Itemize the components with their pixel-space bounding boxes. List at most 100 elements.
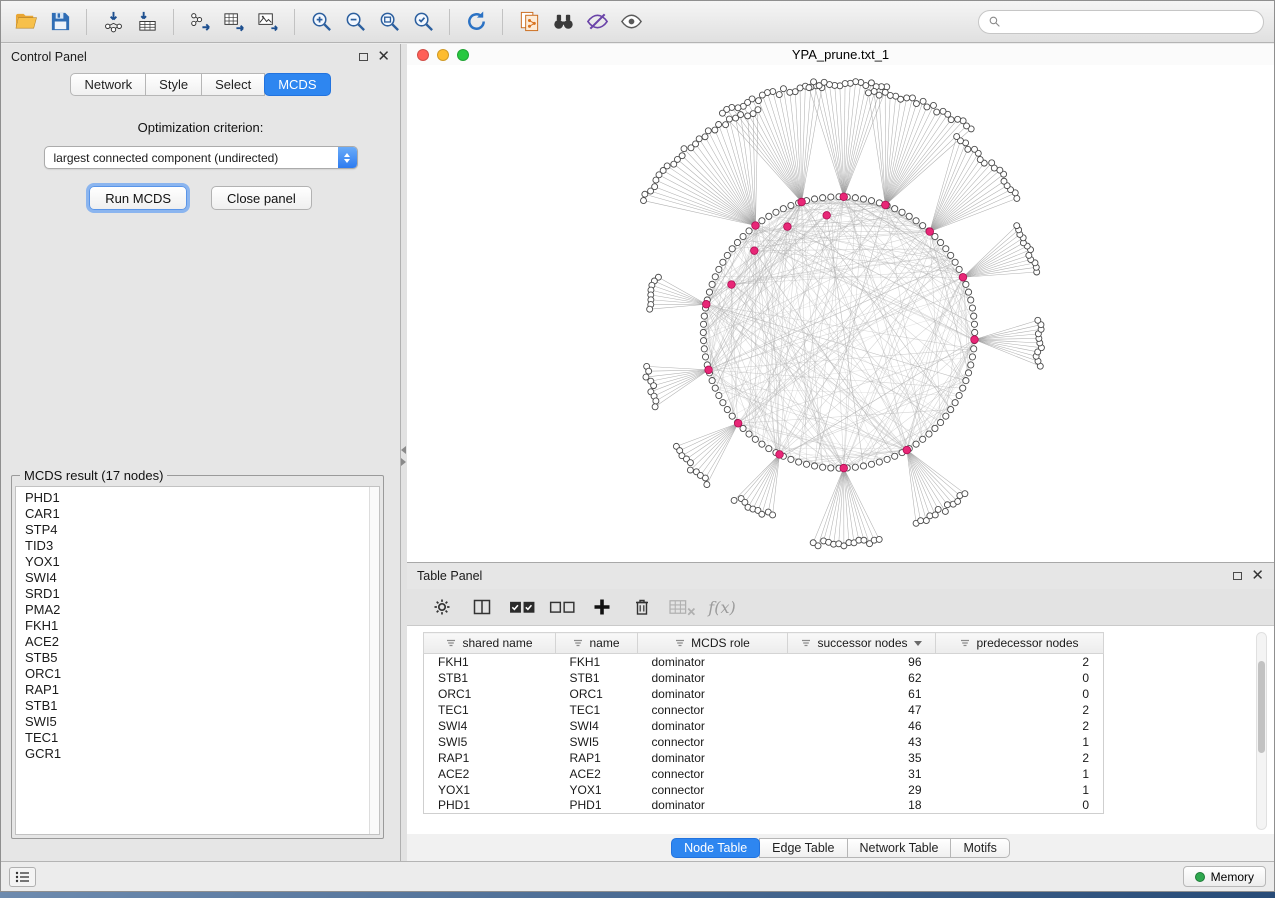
table-row[interactable]: SWI5 SWI5 connector 43 1	[424, 734, 1104, 750]
collapse-right-icon[interactable]	[401, 458, 406, 466]
memory-status-icon	[1195, 872, 1205, 882]
find-button[interactable]	[548, 7, 578, 37]
memory-label: Memory	[1211, 870, 1254, 884]
optimization-criterion-select[interactable]: largest connected component (undirected)	[44, 146, 358, 169]
table-row[interactable]: PHD1 PHD1 dominator 18 0	[424, 798, 1104, 814]
close-panel-button[interactable]: Close panel	[211, 186, 312, 210]
mcds-result-item[interactable]: STB5	[16, 650, 369, 666]
memory-button[interactable]: Memory	[1183, 866, 1266, 887]
main-area: Control Panel ✕ Network Style Select MCD…	[1, 44, 1274, 861]
show-panels-button[interactable]	[9, 867, 36, 887]
column-header-predecessor-nodes[interactable]: predecessor nodes	[936, 633, 1104, 654]
import-network-button[interactable]	[98, 7, 128, 37]
function-builder-button[interactable]: f(x)	[707, 593, 737, 621]
search-box	[978, 10, 1264, 34]
table-scrollbar-thumb[interactable]	[1258, 661, 1265, 753]
right-column: YPA_prune.txt_1 Table Panel ✕	[407, 44, 1274, 861]
mcds-result-item[interactable]: SWI4	[16, 570, 369, 586]
table-row[interactable]: TEC1 TEC1 connector 47 2	[424, 702, 1104, 718]
mcds-result-item[interactable]: STP4	[16, 522, 369, 538]
zoom-in-button[interactable]	[306, 7, 336, 37]
table-settings-button[interactable]	[427, 593, 457, 621]
mcds-result-item[interactable]: ORC1	[16, 666, 369, 682]
collapse-left-icon[interactable]	[401, 446, 406, 454]
delete-table-button[interactable]	[667, 593, 697, 621]
mcds-result-item[interactable]: YOX1	[16, 554, 369, 570]
control-panel-title: Control Panel	[11, 50, 87, 64]
close-window-button[interactable]	[417, 49, 429, 61]
tab-network-table[interactable]: Network Table	[847, 838, 952, 858]
zoom-fit-button[interactable]	[374, 7, 404, 37]
tab-motifs[interactable]: Motifs	[950, 838, 1009, 858]
export-table-button[interactable]	[219, 7, 249, 37]
table-row[interactable]: YOX1 YOX1 connector 29 1	[424, 782, 1104, 798]
floppy-icon	[49, 10, 72, 33]
import-table-button[interactable]	[132, 7, 162, 37]
maximize-window-button[interactable]	[457, 49, 469, 61]
mcds-result-item[interactable]: FKH1	[16, 618, 369, 634]
table-row[interactable]: ACE2 ACE2 connector 31 1	[424, 766, 1104, 782]
search-input[interactable]	[1006, 15, 1254, 29]
zoom-fit-icon	[378, 10, 401, 33]
mcds-result-item[interactable]: CAR1	[16, 506, 369, 522]
column-header-name[interactable]: name	[556, 633, 638, 654]
open-session-button[interactable]	[11, 7, 41, 37]
zoom-out-button[interactable]	[340, 7, 370, 37]
deselect-all-button[interactable]	[547, 593, 577, 621]
mcds-result-item[interactable]: SRD1	[16, 586, 369, 602]
table-row[interactable]: SWI4 SWI4 dominator 46 2	[424, 718, 1104, 734]
hide-elements-button[interactable]	[582, 7, 612, 37]
tab-edge-table[interactable]: Edge Table	[759, 838, 847, 858]
table-row[interactable]: ORC1 ORC1 dominator 61 0	[424, 686, 1104, 702]
list-icon	[15, 871, 31, 883]
control-panel: Control Panel ✕ Network Style Select MCD…	[1, 44, 401, 861]
desktop: Control Panel ✕ Network Style Select MCD…	[0, 0, 1275, 898]
save-session-button[interactable]	[45, 7, 75, 37]
show-elements-button[interactable]	[616, 7, 646, 37]
table-scrollbar[interactable]	[1256, 632, 1267, 830]
mcds-result-item[interactable]: GCR1	[16, 746, 369, 762]
table-tabbar: Node Table Edge Table Network Table Moti…	[407, 834, 1274, 861]
mcds-result-item[interactable]: PMA2	[16, 602, 369, 618]
refresh-button[interactable]	[461, 7, 491, 37]
tab-select[interactable]: Select	[201, 73, 265, 96]
minimize-window-button[interactable]	[437, 49, 449, 61]
close-panel-icon[interactable]: ✕	[377, 52, 390, 62]
duplicate-network-button[interactable]	[514, 7, 544, 37]
table-row[interactable]: FKH1 FKH1 dominator 96 2	[424, 654, 1104, 670]
add-column-button[interactable]	[587, 593, 617, 621]
mcds-result-item[interactable]: TID3	[16, 538, 369, 554]
tab-network[interactable]: Network	[70, 73, 146, 96]
export-image-button[interactable]	[253, 7, 283, 37]
column-header-successor-nodes[interactable]: successor nodes	[788, 633, 936, 654]
close-table-panel-icon[interactable]: ✕	[1251, 571, 1264, 581]
zoom-selected-button[interactable]	[408, 7, 438, 37]
result-list-scrollbar[interactable]	[369, 487, 379, 834]
mcds-result-item[interactable]: PHD1	[16, 490, 369, 506]
column-header-mcds-role[interactable]: MCDS role	[638, 633, 788, 654]
mcds-result-item[interactable]: TEC1	[16, 730, 369, 746]
optimization-criterion-label: Optimization criterion:	[1, 120, 400, 135]
table-panel-title: Table Panel	[417, 569, 482, 583]
sort-descending-icon	[914, 641, 922, 646]
delete-column-button[interactable]	[627, 593, 657, 621]
tab-style[interactable]: Style	[145, 73, 202, 96]
mcds-result-item[interactable]: STB1	[16, 698, 369, 714]
mcds-result-item[interactable]: RAP1	[16, 682, 369, 698]
table-row[interactable]: STB1 STB1 dominator 62 0	[424, 670, 1104, 686]
column-header-shared-name[interactable]: shared name	[424, 633, 556, 654]
show-columns-button[interactable]	[467, 593, 497, 621]
select-all-button[interactable]	[507, 593, 537, 621]
run-mcds-button[interactable]: Run MCDS	[89, 186, 187, 210]
network-canvas[interactable]	[407, 65, 1274, 562]
export-network-button[interactable]	[185, 7, 215, 37]
float-table-panel-icon[interactable]	[1233, 572, 1242, 580]
table-row[interactable]: RAP1 RAP1 dominator 35 2	[424, 750, 1104, 766]
mcds-result-title: MCDS result (17 nodes)	[20, 468, 167, 483]
delete-table-icon	[669, 598, 696, 616]
float-panel-icon[interactable]	[359, 53, 368, 61]
tab-node-table[interactable]: Node Table	[671, 838, 760, 858]
tab-mcds[interactable]: MCDS	[264, 73, 330, 96]
mcds-result-item[interactable]: ACE2	[16, 634, 369, 650]
mcds-result-item[interactable]: SWI5	[16, 714, 369, 730]
